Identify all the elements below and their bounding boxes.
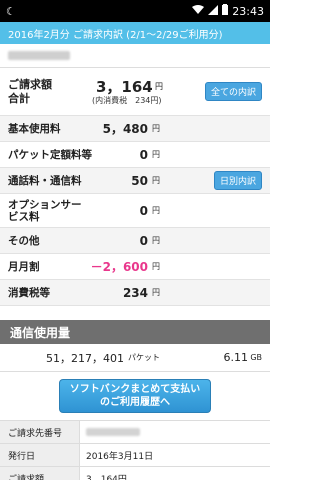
charge-row: 月月割 －2，600 円 <box>0 254 270 280</box>
moon-icon: ☾ <box>6 4 16 18</box>
total-row: ご請求額 合計 3，164 円 (内消費税 234円) 全ての内訳 <box>0 68 270 116</box>
charge-row: オプションサービス料 0 円 <box>0 194 270 228</box>
info-row: ご請求額 3，164円 <box>0 466 270 480</box>
payment-history-button[interactable]: ソフトバンクまとめて支払い のご利用履歴へ <box>59 379 211 413</box>
billing-number-redacted <box>86 428 140 436</box>
usage-row: 51，217，401 パケット 6.11 GB <box>0 344 270 372</box>
phone-number-row <box>0 44 270 68</box>
packet-unit: パケット <box>128 353 160 362</box>
total-amount: 3，164 <box>96 78 153 96</box>
total-unit: 円 <box>155 82 163 91</box>
tax-note: (内消費税 234円) <box>92 96 162 105</box>
total-label-line2: 合計 <box>8 91 30 105</box>
packet-count: 51，217，401 <box>46 351 124 365</box>
usage-heading: 通信使用量 <box>0 320 270 344</box>
charge-row: 基本使用料 5，480 円 <box>0 116 270 142</box>
info-row: 発行日 2016年3月11日 <box>0 443 270 466</box>
daily-details-button[interactable]: 日別内訳 <box>213 171 262 190</box>
status-bar: ☾ 23:43 <box>0 0 270 22</box>
page-title: 2016年2月分 ご請求内訳 (2/1～2/29ご利用分) <box>0 22 270 44</box>
gb-unit: GB <box>250 353 262 362</box>
all-details-button[interactable]: 全ての内訳 <box>204 82 262 101</box>
signal-icon <box>208 4 219 18</box>
charge-row: 消費税等 234 円 <box>0 280 270 306</box>
info-row: ご請求先番号 <box>0 420 270 443</box>
wifi-icon <box>192 4 205 18</box>
charge-row: パケット定額料等 0 円 <box>0 142 270 168</box>
clock: 23:43 <box>232 4 264 18</box>
phone-number-redacted <box>8 51 70 60</box>
gb-amount: 6.11 <box>223 351 249 364</box>
charge-row: 通話料・通信料 50 円 日別内訳 <box>0 168 270 194</box>
total-label-line1: ご請求額 <box>8 77 52 91</box>
charge-row: その他 0 円 <box>0 228 270 254</box>
battery-icon <box>222 4 229 18</box>
